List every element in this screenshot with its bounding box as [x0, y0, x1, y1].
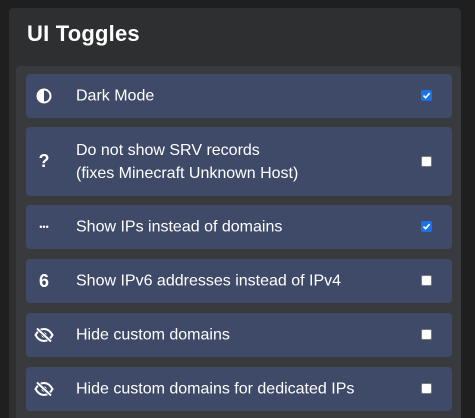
six-icon: 6	[38, 270, 49, 291]
eye-slash-icon	[34, 379, 54, 399]
half-circle-icon	[34, 86, 54, 106]
toggle-row-dark-mode[interactable]: Dark Mode	[26, 74, 452, 118]
dark-mode-checkbox[interactable]	[421, 90, 432, 101]
srv-records-checkbox[interactable]	[421, 155, 432, 167]
toggle-label: Hide custom domains for dedicated IPs	[76, 380, 355, 398]
question-mark-icon: ?	[38, 151, 50, 171]
toggle-label: Dark Mode	[76, 87, 155, 105]
show-ips-checkbox[interactable]	[421, 221, 432, 232]
toggle-row-hide-custom-domains-dedicated[interactable]: Hide custom domains for dedicated IPs	[26, 367, 452, 411]
toggle-label: Hide custom domains	[76, 326, 230, 344]
toggle-row-srv-records[interactable]: ? Do not show SRV records (fixes Minecra…	[26, 127, 452, 196]
toggle-label: Show IPs instead of domains	[76, 218, 283, 236]
ellipsis-icon: •••	[39, 222, 49, 232]
hide-custom-domains-dedicated-checkbox[interactable]	[421, 383, 432, 394]
panel-title: UI Toggles	[27, 21, 140, 46]
hide-custom-domains-checkbox[interactable]	[421, 329, 432, 340]
toggle-row-hide-custom-domains[interactable]: Hide custom domains	[26, 313, 452, 357]
toggle-label: Show IPv6 addresses instead of IPv4	[76, 272, 342, 290]
ipv6-checkbox[interactable]	[421, 275, 432, 286]
toggle-row-ipv6[interactable]: 6 Show IPv6 addresses instead of IPv4	[26, 259, 452, 303]
toggle-label: Do not show SRV records (fixes Minecraft…	[76, 141, 299, 182]
toggle-row-show-ips[interactable]: ••• Show IPs instead of domains	[26, 205, 452, 249]
eye-slash-icon	[34, 325, 54, 345]
